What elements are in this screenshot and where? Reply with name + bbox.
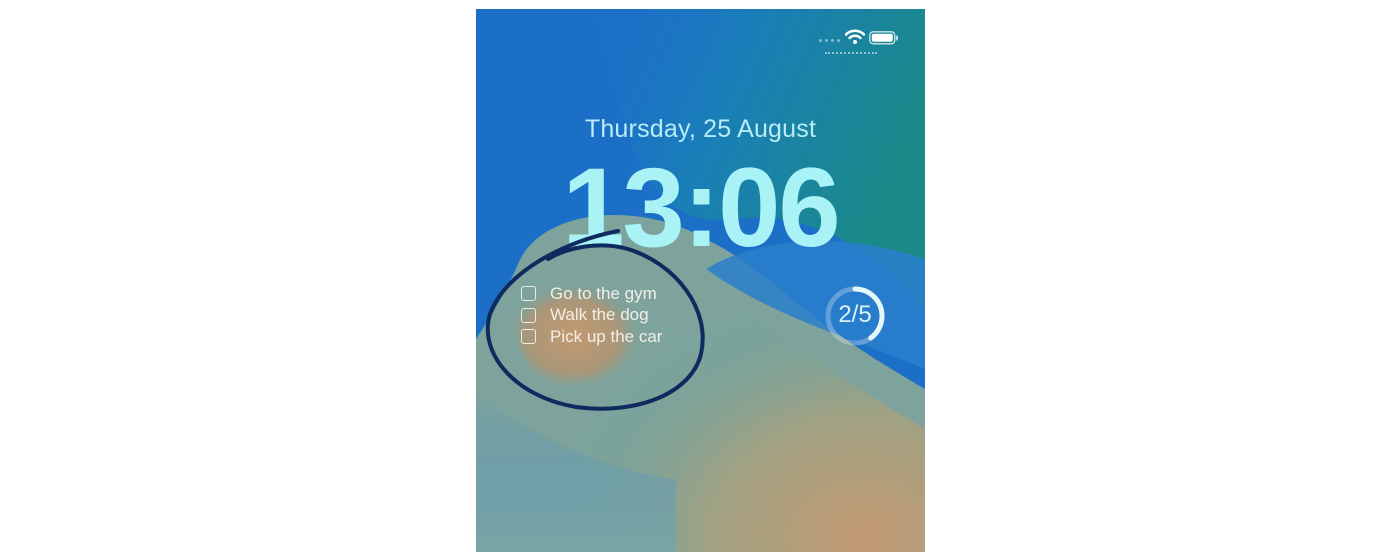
lock-screen: Thursday, 25 August 13:06 Go to the gym … [476, 9, 925, 552]
reminder-label: Go to the gym [550, 283, 657, 303]
battery-icon [869, 31, 898, 45]
checkbox[interactable] [521, 307, 536, 323]
reminder-item[interactable]: Pick up the car [521, 326, 662, 348]
lock-screen-time: 13:06 [562, 145, 840, 270]
lock-screen-date[interactable]: Thursday, 25 August [476, 115, 925, 144]
status-indicator-line [825, 52, 877, 54]
reminder-label: Walk the dog [550, 305, 649, 325]
checkbox[interactable] [521, 286, 536, 302]
wallpaper [476, 9, 925, 552]
cellular-signal-icon [819, 39, 840, 42]
wifi-icon [845, 29, 865, 44]
checkbox[interactable] [521, 329, 536, 345]
reminder-item[interactable]: Go to the gym [521, 283, 662, 305]
progress-widget[interactable]: 2/5 [822, 283, 888, 349]
reminder-item[interactable]: Walk the dog [521, 305, 662, 327]
reminders-widget[interactable]: Go to the gym Walk the dog Pick up the c… [521, 283, 662, 348]
reminder-label: Pick up the car [550, 326, 663, 346]
progress-label: 2/5 [838, 301, 872, 328]
